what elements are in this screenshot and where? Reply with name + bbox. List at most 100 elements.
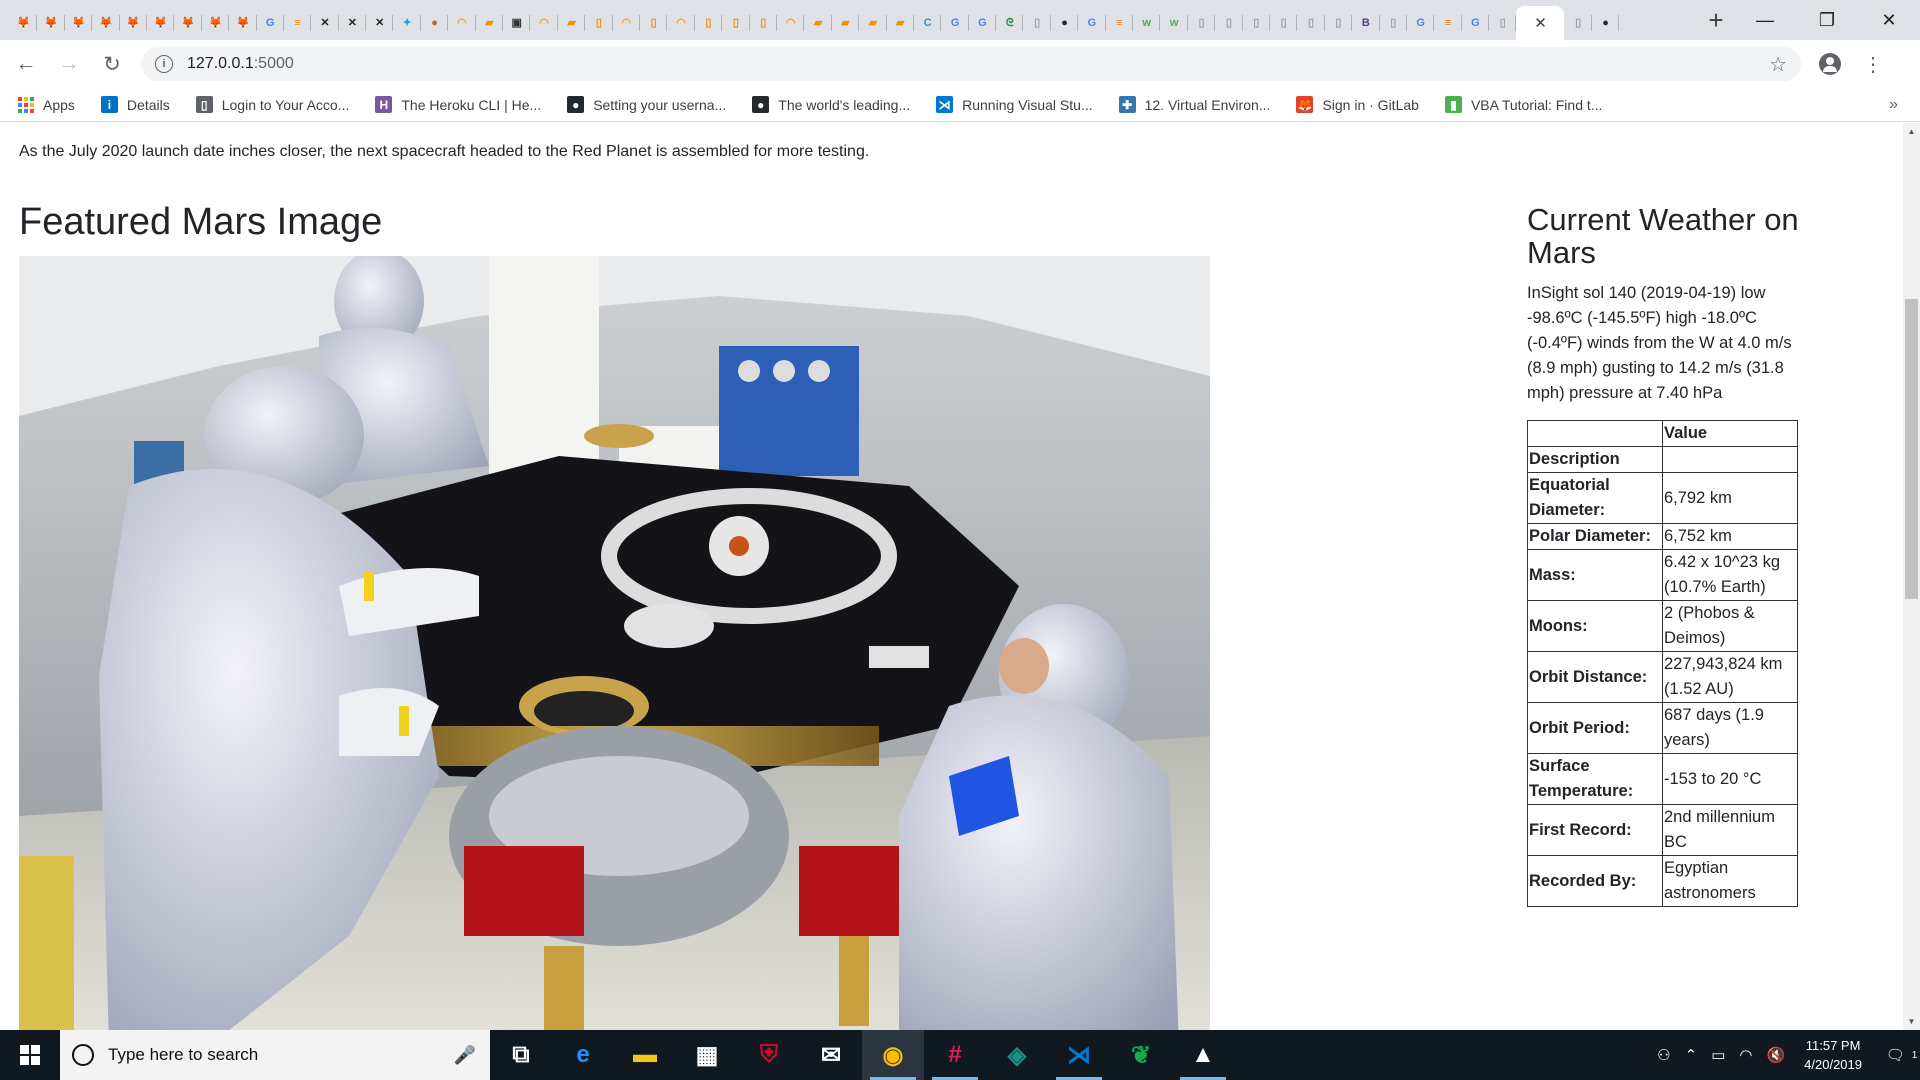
url-text[interactable]: 127.0.0.1:5000 [187,55,294,73]
browser-tab[interactable]: 🦊 [202,6,230,40]
scroll-down-arrow-icon[interactable]: ▼ [1903,1013,1920,1030]
browser-tab[interactable]: G [1462,6,1490,40]
browser-tab[interactable]: ◠ [613,6,641,40]
scrollbar-thumb[interactable] [1905,299,1918,599]
taskbar-app-button[interactable]: ⛨ [738,1030,800,1080]
browser-tab[interactable]: B [1352,6,1380,40]
browser-tab[interactable]: ≡ [284,6,312,40]
browser-tab[interactable]: w [1133,6,1161,40]
taskbar-app-button[interactable]: ⧉ [490,1030,552,1080]
browser-tab[interactable]: ◠ [777,6,805,40]
browser-tab[interactable]: 🦊 [65,6,93,40]
microphone-icon[interactable]: 🎤 [454,1045,476,1066]
browser-tab[interactable]: 🦊 [229,6,257,40]
taskbar-app-button[interactable]: ▬ [614,1030,676,1080]
bookmark-item[interactable]: ▯ Login to Your Acco... [195,96,349,113]
browser-tab[interactable]: G [257,6,285,40]
browser-tab[interactable]: ▯ [750,6,778,40]
browser-tab[interactable]: ▯ [1564,6,1593,40]
start-button[interactable] [0,1030,60,1080]
volume-muted-icon[interactable]: 🔇 [1766,1046,1785,1064]
bookmark-item[interactable]: H The Heroku CLI | He... [375,96,541,113]
browser-tab[interactable]: ● [1592,6,1620,40]
browser-tab[interactable]: ◠ [530,6,559,40]
browser-tab[interactable]: G [1407,6,1435,40]
wifi-icon[interactable]: ◠ [1739,1046,1752,1064]
browser-tab[interactable]: 🦊 [174,6,203,40]
taskbar-app-button[interactable]: # [924,1030,986,1080]
browser-tab[interactable]: ▯ [1270,6,1298,40]
browser-tab[interactable]: ✕ [311,6,340,40]
browser-tab[interactable]: ▯ [1297,6,1326,40]
minimize-button[interactable]: — [1734,0,1796,40]
browser-tab[interactable]: ● [421,6,449,40]
browser-tab[interactable]: G [1078,6,1107,40]
browser-tab[interactable]: ✕ [366,6,394,40]
browser-tab[interactable]: ▰ [887,6,915,40]
browser-tab[interactable]: 🦊 [37,6,66,40]
taskbar-app-button[interactable]: ❦ [1110,1030,1172,1080]
bookmark-item[interactable]: ⋊ Running Visual Stu... [936,96,1093,113]
browser-tab[interactable]: ▯ [1325,6,1353,40]
browser-tab[interactable]: C [914,6,942,40]
browser-tab[interactable]: 🦊 [92,6,120,40]
close-window-button[interactable]: ✕ [1858,0,1920,40]
browser-tab[interactable]: ▯ [585,6,613,40]
browser-tab[interactable]: ▯ [640,6,668,40]
forward-button[interactable]: → [52,47,86,81]
bookmarks-overflow-button[interactable]: » [1889,96,1898,114]
reload-button[interactable]: ↻ [95,47,129,81]
browser-tab[interactable]: ✕ [339,6,367,40]
browser-tab[interactable]: ◠ [667,6,696,40]
taskbar-app-button[interactable]: ⋊ [1048,1030,1110,1080]
featured-mars-image[interactable] [19,256,1210,1030]
browser-tab[interactable]: ▣ [503,6,531,40]
browser-tab[interactable]: ≡ [1106,6,1134,40]
new-tab-button[interactable]: + [1698,0,1734,40]
page-scrollbar[interactable]: ▲ ▼ [1903,123,1920,1030]
bookmark-item[interactable]: ● The world's leading... [752,96,910,113]
browser-tab-active[interactable]: ✕ [1516,6,1565,40]
address-bar[interactable]: i 127.0.0.1:5000 ☆ [141,47,1801,81]
browser-tab[interactable]: ▯ [1188,6,1216,40]
browser-tab[interactable]: ▰ [859,6,887,40]
browser-tab[interactable]: ✦ [393,6,422,40]
browser-tab[interactable]: ◠ [448,6,477,40]
browser-tab[interactable]: 🦊 [10,6,38,40]
taskbar-search-box[interactable]: Type here to search 🎤 [60,1030,490,1080]
taskbar-app-button[interactable]: e [552,1030,614,1080]
browser-tab[interactable]: ▯ [1489,6,1517,40]
browser-tab[interactable]: ▰ [476,6,504,40]
browser-menu-icon[interactable]: ⋮ [1863,52,1883,77]
taskbar-app-button[interactable]: ✉ [800,1030,862,1080]
browser-tab[interactable]: ▰ [558,6,586,40]
taskbar-clock[interactable]: 11:57 PM 4/20/2019 [1804,1036,1862,1074]
profile-avatar-icon[interactable] [1819,53,1841,75]
site-info-icon[interactable]: i [155,55,173,73]
people-icon[interactable]: ⚇ [1657,1046,1670,1064]
restore-button[interactable]: ❐ [1796,0,1858,40]
bookmark-item[interactable]: Apps [18,96,75,113]
taskbar-app-button[interactable]: ▦ [676,1030,738,1080]
browser-tab[interactable]: ▯ [1380,6,1408,40]
browser-tab[interactable]: ▯ [1243,6,1271,40]
battery-icon[interactable]: ▭ [1711,1046,1725,1064]
action-center-button[interactable]: 🗨 1 [1876,1030,1920,1080]
browser-tab[interactable]: ● [1051,6,1079,40]
bookmark-item[interactable]: ✚ 12. Virtual Environ... [1118,96,1270,113]
bookmark-star-icon[interactable]: ☆ [1769,52,1787,77]
back-button[interactable]: ← [9,47,43,81]
bookmark-item[interactable]: 🦊 Sign in · GitLab [1296,96,1419,113]
taskbar-app-button[interactable]: ◈ [986,1030,1048,1080]
browser-tab[interactable]: ᘓ [996,6,1024,40]
close-tab-icon[interactable]: ✕ [1534,14,1547,32]
browser-tab[interactable]: G [941,6,970,40]
browser-tab[interactable]: ▯ [722,6,750,40]
browser-tab[interactable]: w [1160,6,1189,40]
browser-tab[interactable]: G [969,6,997,40]
bookmark-item[interactable]: ● Setting your userna... [567,96,726,113]
browser-tab[interactable]: ▯ [1215,6,1243,40]
browser-tab[interactable]: ≡ [1434,6,1463,40]
browser-tab[interactable]: ▰ [832,6,860,40]
taskbar-app-button[interactable]: ▲ [1172,1030,1234,1080]
